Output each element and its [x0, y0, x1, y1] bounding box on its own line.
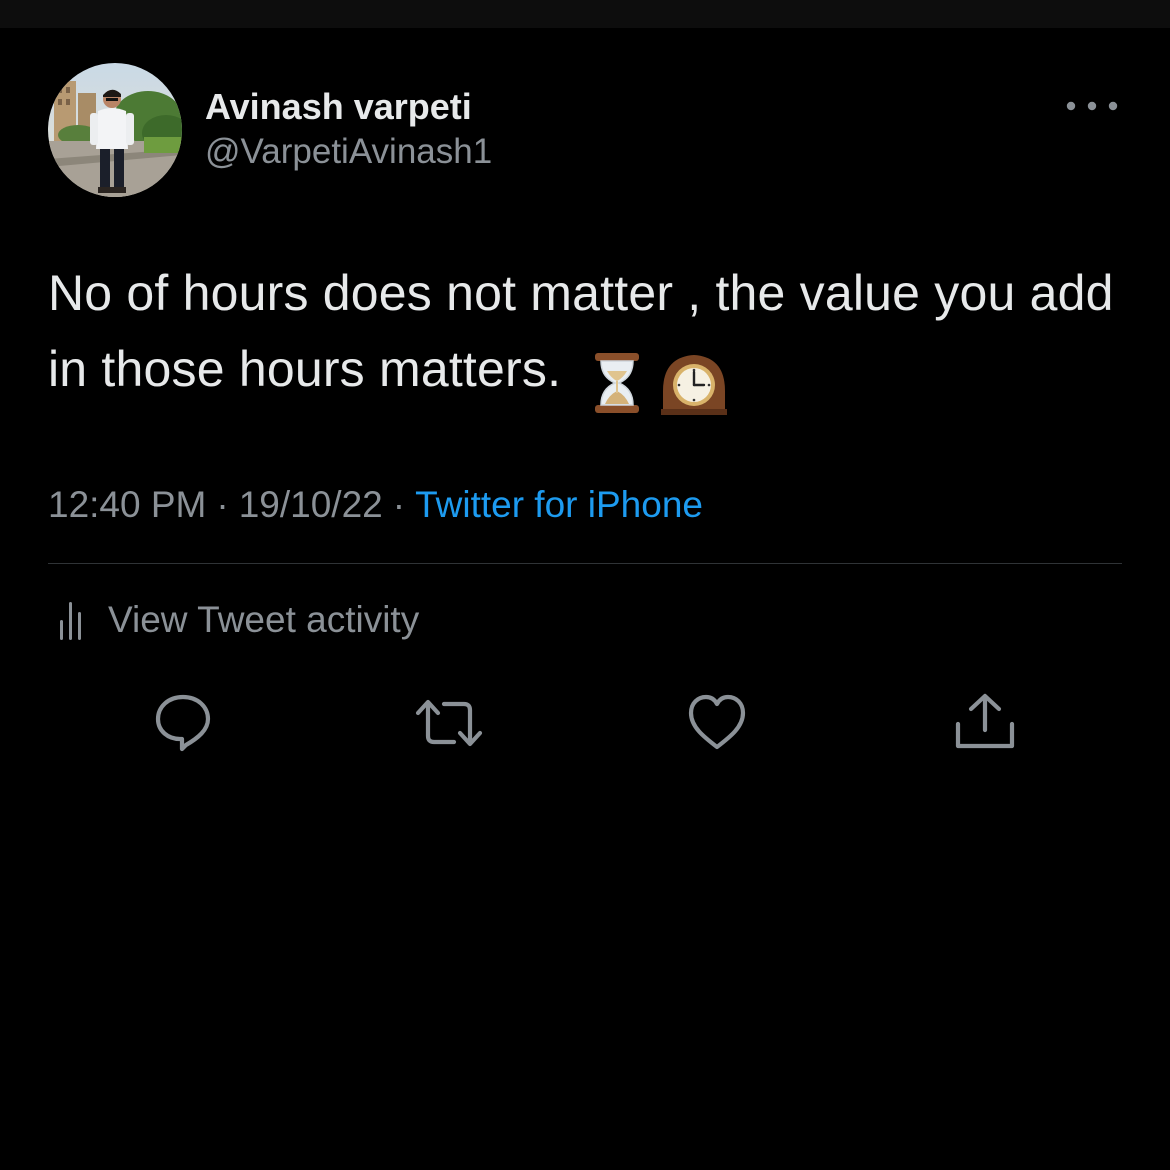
metadata-separator: · — [392, 484, 406, 525]
author-display-name[interactable]: Avinash varpeti — [205, 85, 492, 129]
bar-chart-icon — [60, 602, 81, 640]
top-bar — [0, 0, 1170, 28]
avatar-photo — [48, 63, 182, 197]
tweet-detail-screen: Avinash varpeti @VarpetiAvinash1 No of h… — [0, 0, 1170, 1170]
tweet-metadata: 12:40 PM · 19/10/22 · Twitter for iPhone — [48, 483, 703, 527]
more-horizontal-icon — [1066, 101, 1118, 111]
avatar[interactable] — [48, 63, 182, 197]
author-handle[interactable]: @VarpetiAvinash1 — [205, 131, 492, 173]
view-tweet-activity-label: View Tweet activity — [108, 599, 420, 640]
share-upload-icon — [955, 693, 1015, 749]
retweet-button[interactable] — [414, 688, 484, 758]
tweet-source-link[interactable]: Twitter for iPhone — [415, 484, 703, 525]
tweet-text-container: No of hours does not matter , the value … — [48, 255, 1122, 417]
retweet-icon — [415, 699, 483, 747]
tweet-header: Avinash varpeti @VarpetiAvinash1 — [48, 63, 1122, 197]
reply-bubble-icon — [155, 694, 211, 752]
share-button[interactable] — [950, 688, 1020, 758]
hourglass-icon — [595, 352, 640, 413]
heart-icon — [688, 694, 746, 750]
tweet-date: 19/10/22 — [238, 484, 383, 525]
mantelpiece-clock-icon — [661, 354, 728, 415]
tweet-text: No of hours does not matter , the value … — [48, 265, 1114, 397]
view-tweet-activity-button[interactable]: View Tweet activity — [48, 596, 419, 644]
metadata-separator: · — [216, 484, 229, 525]
tweet-emojis — [589, 341, 729, 417]
divider — [48, 563, 1122, 564]
more-options-button[interactable] — [1062, 93, 1122, 119]
reply-button[interactable] — [148, 688, 218, 758]
like-button[interactable] — [682, 688, 752, 758]
tweet-actions-bar — [48, 688, 1122, 758]
tweet-time: 12:40 PM — [48, 484, 207, 525]
author-names: Avinash varpeti @VarpetiAvinash1 — [205, 85, 492, 173]
